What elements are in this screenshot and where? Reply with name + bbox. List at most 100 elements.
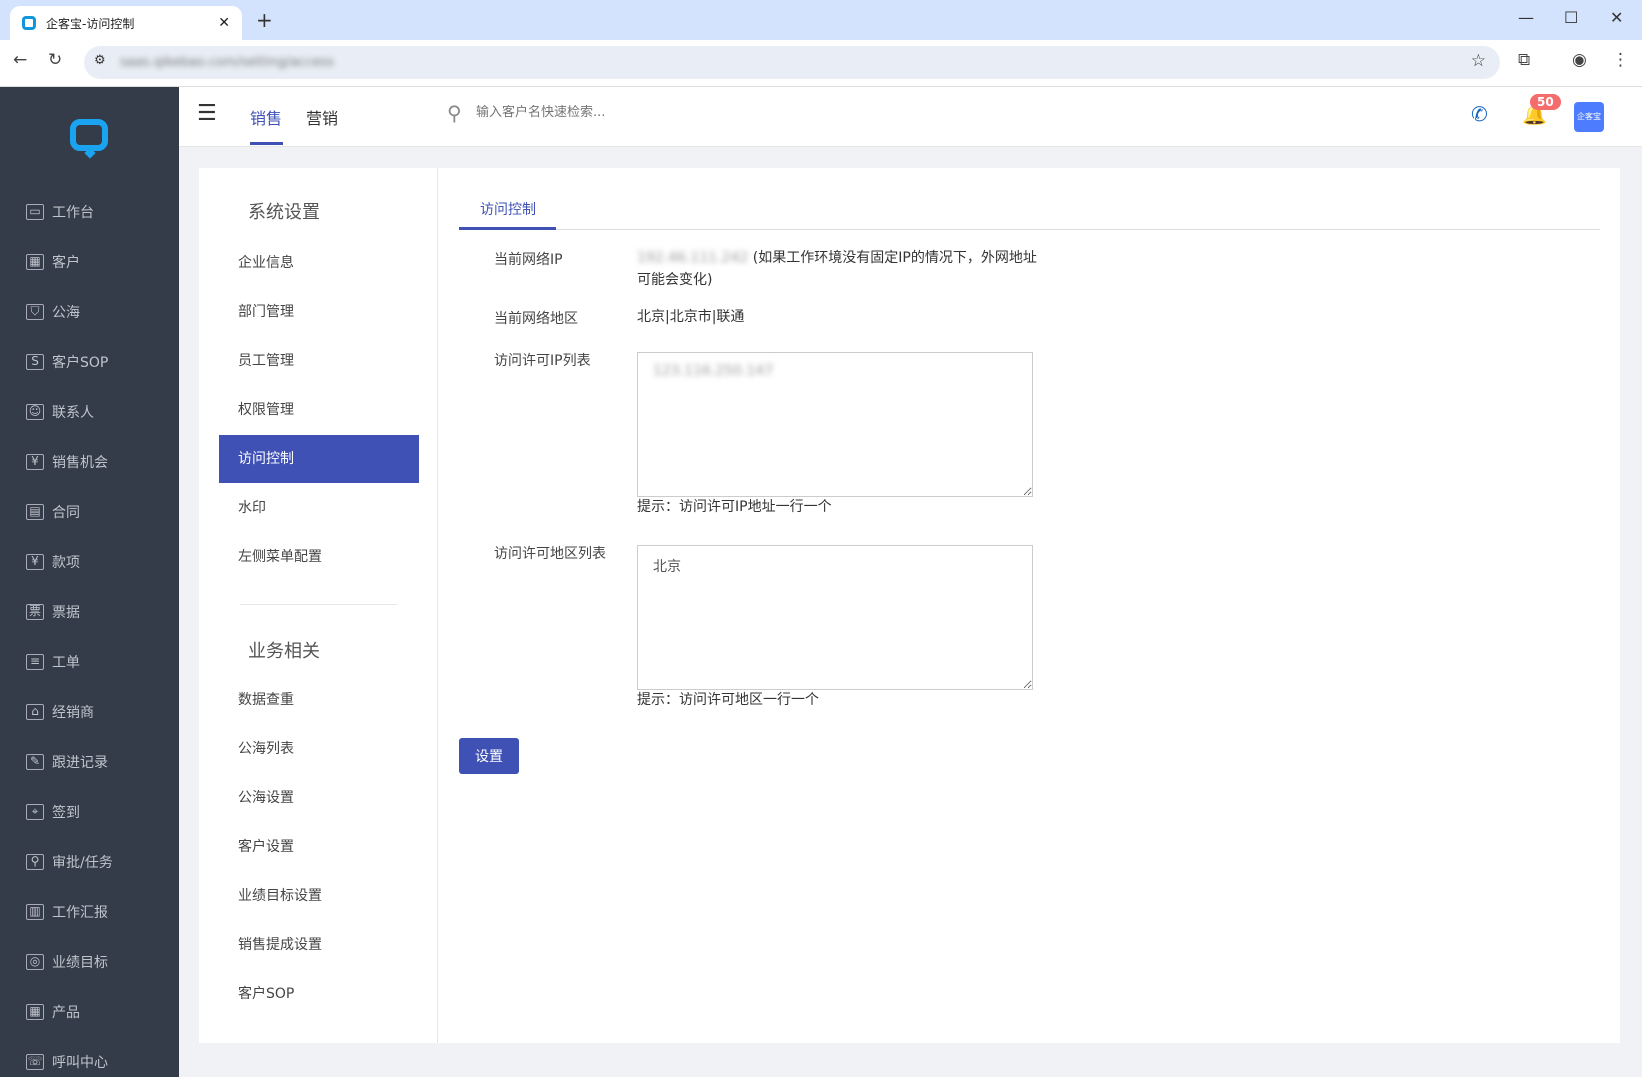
settings-nav-item[interactable]: 公海设置: [219, 774, 419, 822]
bookmark-star-icon[interactable]: ☆: [1471, 51, 1486, 71]
settings-nav-item[interactable]: 企业信息: [219, 239, 419, 287]
target-icon: ◎: [26, 954, 44, 970]
logo-icon: [70, 119, 108, 151]
sidebar-item[interactable]: ⚲ 审批/任务: [26, 852, 113, 872]
settings-nav-item[interactable]: 公海列表: [219, 725, 419, 773]
sidebar-item[interactable]: S 客户SOP: [26, 352, 108, 372]
ip-hint: 提示：访问许可IP地址一行一个: [637, 499, 832, 515]
settings-nav-item[interactable]: 水印: [219, 484, 419, 532]
region-label: 当前网络地区: [494, 311, 578, 327]
sidebar-item-label: 客户SOP: [52, 355, 109, 371]
address-bar-row: ← ↻ ⚙ saas.qikebao.com/setting/access ☆ …: [0, 40, 1642, 87]
ip-list-textarea[interactable]: [637, 352, 1033, 497]
sidebar-item[interactable]: ▦ 客户: [26, 252, 80, 272]
grid-icon: ▦: [26, 1004, 44, 1020]
stamp-icon: ⚲: [26, 854, 44, 870]
sidebar-item-label: 联系人: [52, 405, 94, 421]
ip-list-label: 访问许可IP列表: [494, 353, 591, 369]
settings-nav-item[interactable]: 权限管理: [219, 386, 419, 434]
sidebar-item[interactable]: ◎ 业绩目标: [26, 952, 108, 972]
tab-marketing[interactable]: 营销: [306, 105, 338, 129]
sidebar-item[interactable]: ⛉ 公海: [26, 302, 80, 322]
nav-divider: [240, 604, 397, 605]
phone-icon: ☏: [26, 1054, 44, 1070]
submit-button[interactable]: 设置: [459, 738, 519, 774]
new-tab-icon[interactable]: +: [256, 8, 273, 32]
close-tab-icon[interactable]: ✕: [218, 15, 230, 31]
search-input[interactable]: [476, 105, 876, 120]
extensions-icon[interactable]: ⧉: [1518, 50, 1530, 70]
sidebar-item[interactable]: ▦ 产品: [26, 1002, 80, 1022]
url-text: saas.qikebao.com/setting/access: [120, 55, 335, 70]
profile-icon[interactable]: ◉: [1572, 50, 1587, 70]
ip-note: (如果工作环境没有固定IP的情况下，外网地址: [748, 250, 1037, 266]
settings-nav-item[interactable]: 客户SOP: [219, 970, 419, 1018]
tab-access-control[interactable]: 访问控制: [480, 199, 536, 219]
section-title-business: 业务相关: [248, 641, 320, 662]
sidebar-item[interactable]: ⌖ 签到: [26, 802, 80, 822]
sidebar: ▭ 工作台 ▦ 客户 ⛉ 公海 S 客户SOP ☺ 联系人 ¥ 销售机会 ▤ 合同 ¥ 款项票票据 ≡ 工单 ⌂ 经销…: [0, 87, 179, 1077]
region-list-label: 访问许可地区列表: [494, 546, 606, 562]
sidebar-item-label: 跟进记录: [52, 755, 108, 771]
settings-nav-item[interactable]: 业绩目标设置: [219, 872, 419, 920]
maximize-icon[interactable]: ☐: [1564, 8, 1578, 27]
avatar[interactable]: 企客宝: [1574, 102, 1604, 132]
close-window-icon[interactable]: ✕: [1610, 8, 1623, 27]
content-area: 系统设置 企业信息 部门管理 员工管理 权限管理 访问控制 水印 左侧菜单配置 业务相关 数…: [179, 147, 1642, 1077]
settings-nav-item[interactable]: 客户设置: [219, 823, 419, 871]
omnibox[interactable]: ⚙ saas.qikebao.com/setting/access ☆: [84, 46, 1500, 79]
settings-panel: 系统设置 企业信息 部门管理 员工管理 权限管理 访问控制 水印 左侧菜单配置 业务相关 数…: [199, 168, 1620, 1043]
sidebar-item[interactable]: ≡ 工单: [26, 652, 80, 672]
settings-nav-item[interactable]: 访问控制: [219, 435, 419, 483]
sidebar-item-label: 业绩目标: [52, 955, 108, 971]
sidebar-item-label: 销售机会: [52, 455, 108, 471]
sidebar-item[interactable]: 票票据: [26, 602, 80, 622]
sidebar-item[interactable]: ☺ 联系人: [26, 402, 94, 422]
settings-nav-item[interactable]: 部门管理: [219, 288, 419, 336]
back-icon[interactable]: ←: [13, 50, 27, 70]
top-header: ☰ 销售 营销 ⚲ ✆ 🔔 50 企客宝: [179, 87, 1642, 147]
menu-icon[interactable]: ⋮: [1612, 50, 1629, 70]
settings-nav-item[interactable]: 数据查重: [219, 676, 419, 724]
sidebar-item-label: 合同: [52, 505, 80, 521]
settings-nav: 系统设置 企业信息 部门管理 员工管理 权限管理 访问控制 水印 左侧菜单配置 业务相关 数…: [199, 168, 438, 1043]
sidebar-item[interactable]: ▤ 合同: [26, 502, 80, 522]
active-tab-indicator: [250, 142, 283, 145]
sidebar-item[interactable]: ¥ 款项: [26, 552, 80, 572]
tab-indicator: [459, 227, 556, 230]
reload-icon[interactable]: ↻: [48, 50, 62, 70]
basket-icon: ⛉: [26, 304, 44, 320]
browser-tab[interactable]: 企客宝-访问控制 ✕: [10, 6, 242, 40]
sidebar-item-label: 工作汇报: [52, 905, 108, 921]
edit-icon: ✎: [26, 754, 44, 770]
phone-icon[interactable]: ✆: [1471, 102, 1488, 126]
sidebar-item-label: 产品: [52, 1005, 80, 1021]
building-icon: ▦: [26, 254, 44, 270]
collapse-menu-icon[interactable]: ☰: [197, 101, 217, 126]
clipboard-icon: ≡: [26, 654, 44, 670]
location-icon: ⌖: [26, 804, 44, 820]
settings-nav-item[interactable]: 左侧菜单配置: [219, 533, 419, 581]
sidebar-item-label: 公海: [52, 305, 80, 321]
sidebar-item[interactable]: ⌂ 经销商: [26, 702, 94, 722]
sidebar-item[interactable]: ✎ 跟进记录: [26, 752, 108, 772]
sidebar-item[interactable]: ▥ 工作汇报: [26, 902, 108, 922]
sidebar-item-label: 审批/任务: [52, 855, 113, 871]
site-settings-icon[interactable]: ⚙: [94, 53, 106, 68]
sidebar-item-label: 工作台: [52, 205, 94, 221]
sidebar-item-label: 款项: [52, 555, 80, 571]
favicon-icon: [22, 16, 36, 30]
settings-nav-item[interactable]: 员工管理: [219, 337, 419, 385]
sidebar-item-label: 呼叫中心: [52, 1055, 108, 1071]
region-list-textarea[interactable]: [637, 545, 1033, 690]
sidebar-item[interactable]: ¥ 销售机会: [26, 452, 108, 472]
sidebar-item[interactable]: ☏ 呼叫中心: [26, 1052, 108, 1072]
ip-note-2: 可能会变化): [637, 272, 713, 288]
minimize-icon[interactable]: —: [1518, 8, 1534, 27]
search-icon: ⚲: [447, 101, 462, 125]
settings-nav-item[interactable]: 销售提成设置: [219, 921, 419, 969]
contract-icon: ▤: [26, 504, 44, 520]
sidebar-item[interactable]: ▭ 工作台: [26, 202, 94, 222]
tab-sales[interactable]: 销售: [250, 105, 282, 129]
money-bag-icon: ¥: [26, 454, 44, 470]
